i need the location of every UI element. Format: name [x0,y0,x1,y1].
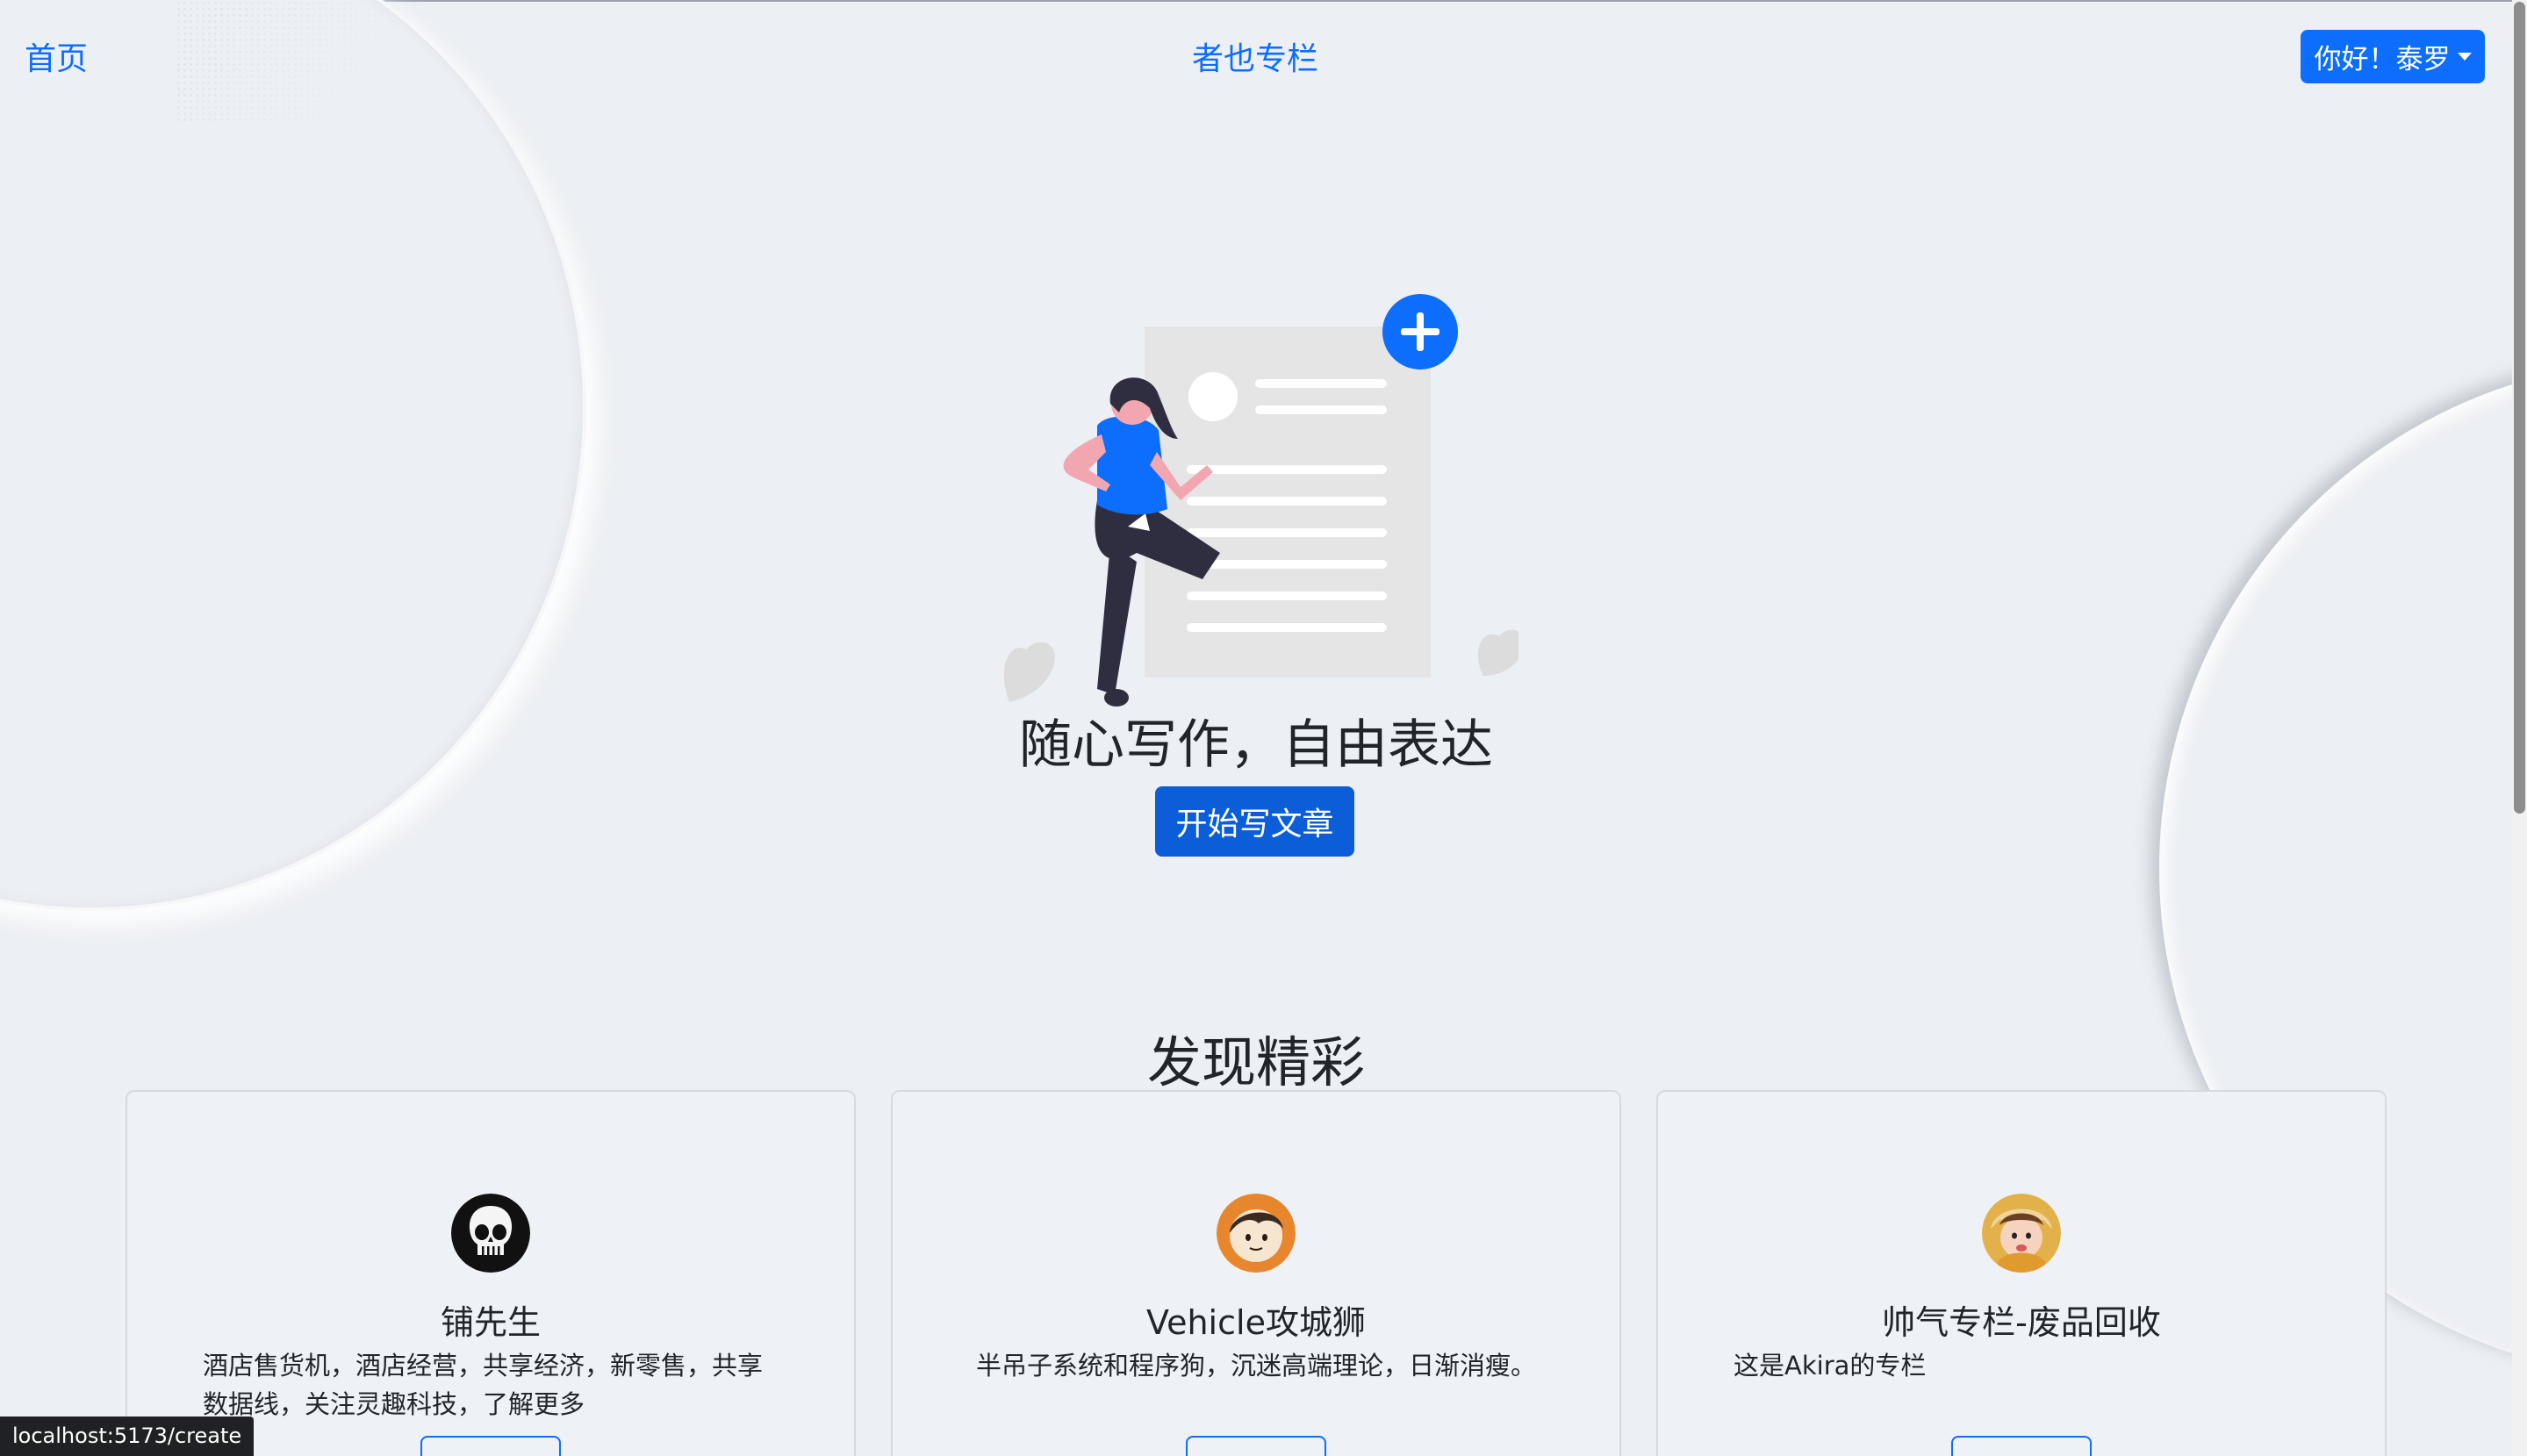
link-preview-status: localhost:5173/create [0,1417,255,1456]
column-card: 帅气专栏-废品回收 这是Akira的专栏 [1656,1090,2387,1456]
nav-brand-link[interactable]: 者也专栏 [1192,33,1318,79]
discover-section-title: 发现精彩 [1146,1030,1365,1094]
start-writing-button[interactable]: 开始写文章 [1155,786,1354,857]
column-name: 铺先生 [440,1303,541,1342]
view-column-button[interactable] [420,1436,561,1456]
writing-woman-illustration [1003,294,1518,706]
view-column-button[interactable] [1186,1436,1326,1456]
child-photo-avatar-icon [1982,1194,2061,1273]
skull-avatar-icon [451,1194,530,1273]
page: 首页 者也专栏 你好！泰罗 随心写作，自由表达 开始写文章 发现精彩 铺先生 酒… [0,0,2527,1456]
leaf-right-shape [1477,629,1518,676]
vertical-scrollbar-thumb[interactable] [2514,2,2525,814]
document-avatar-circle [1188,372,1238,421]
column-name: 帅气专栏-废品回收 [1882,1303,2161,1342]
column-card: Vehicle攻城狮 半吊子系统和程序狗，沉迷高端理论，日渐消瘦。 [891,1090,1621,1456]
column-name: Vehicle攻城狮 [1146,1303,1366,1342]
user-menu-dropdown[interactable]: 你好！泰罗 [2301,30,2485,83]
hero-title: 随心写作，自由表达 [1019,714,1493,776]
caret-down-icon [2457,53,2472,61]
decorative-dot-pattern [176,0,421,123]
column-description: 酒店售货机，酒店经营，共享经济，新零售，共享数据线，关注灵趣科技，了解更多 [203,1351,764,1419]
nav-home-link[interactable]: 首页 [25,33,88,79]
column-description: 这是Akira的专栏 [1734,1351,1927,1381]
user-greeting-label: 你好！泰罗 [2314,44,2451,75]
view-column-button[interactable] [1951,1436,2092,1456]
column-description: 半吊子系统和程序狗，沉迷高端理论，日渐消瘦。 [975,1351,1536,1381]
cartoon-face-avatar-icon [1217,1194,1296,1273]
leaf-left-shape [1003,642,1056,702]
column-card: 铺先生 酒店售货机，酒店经营，共享经济，新零售，共享数据线，关注灵趣科技，了解更… [126,1090,856,1456]
